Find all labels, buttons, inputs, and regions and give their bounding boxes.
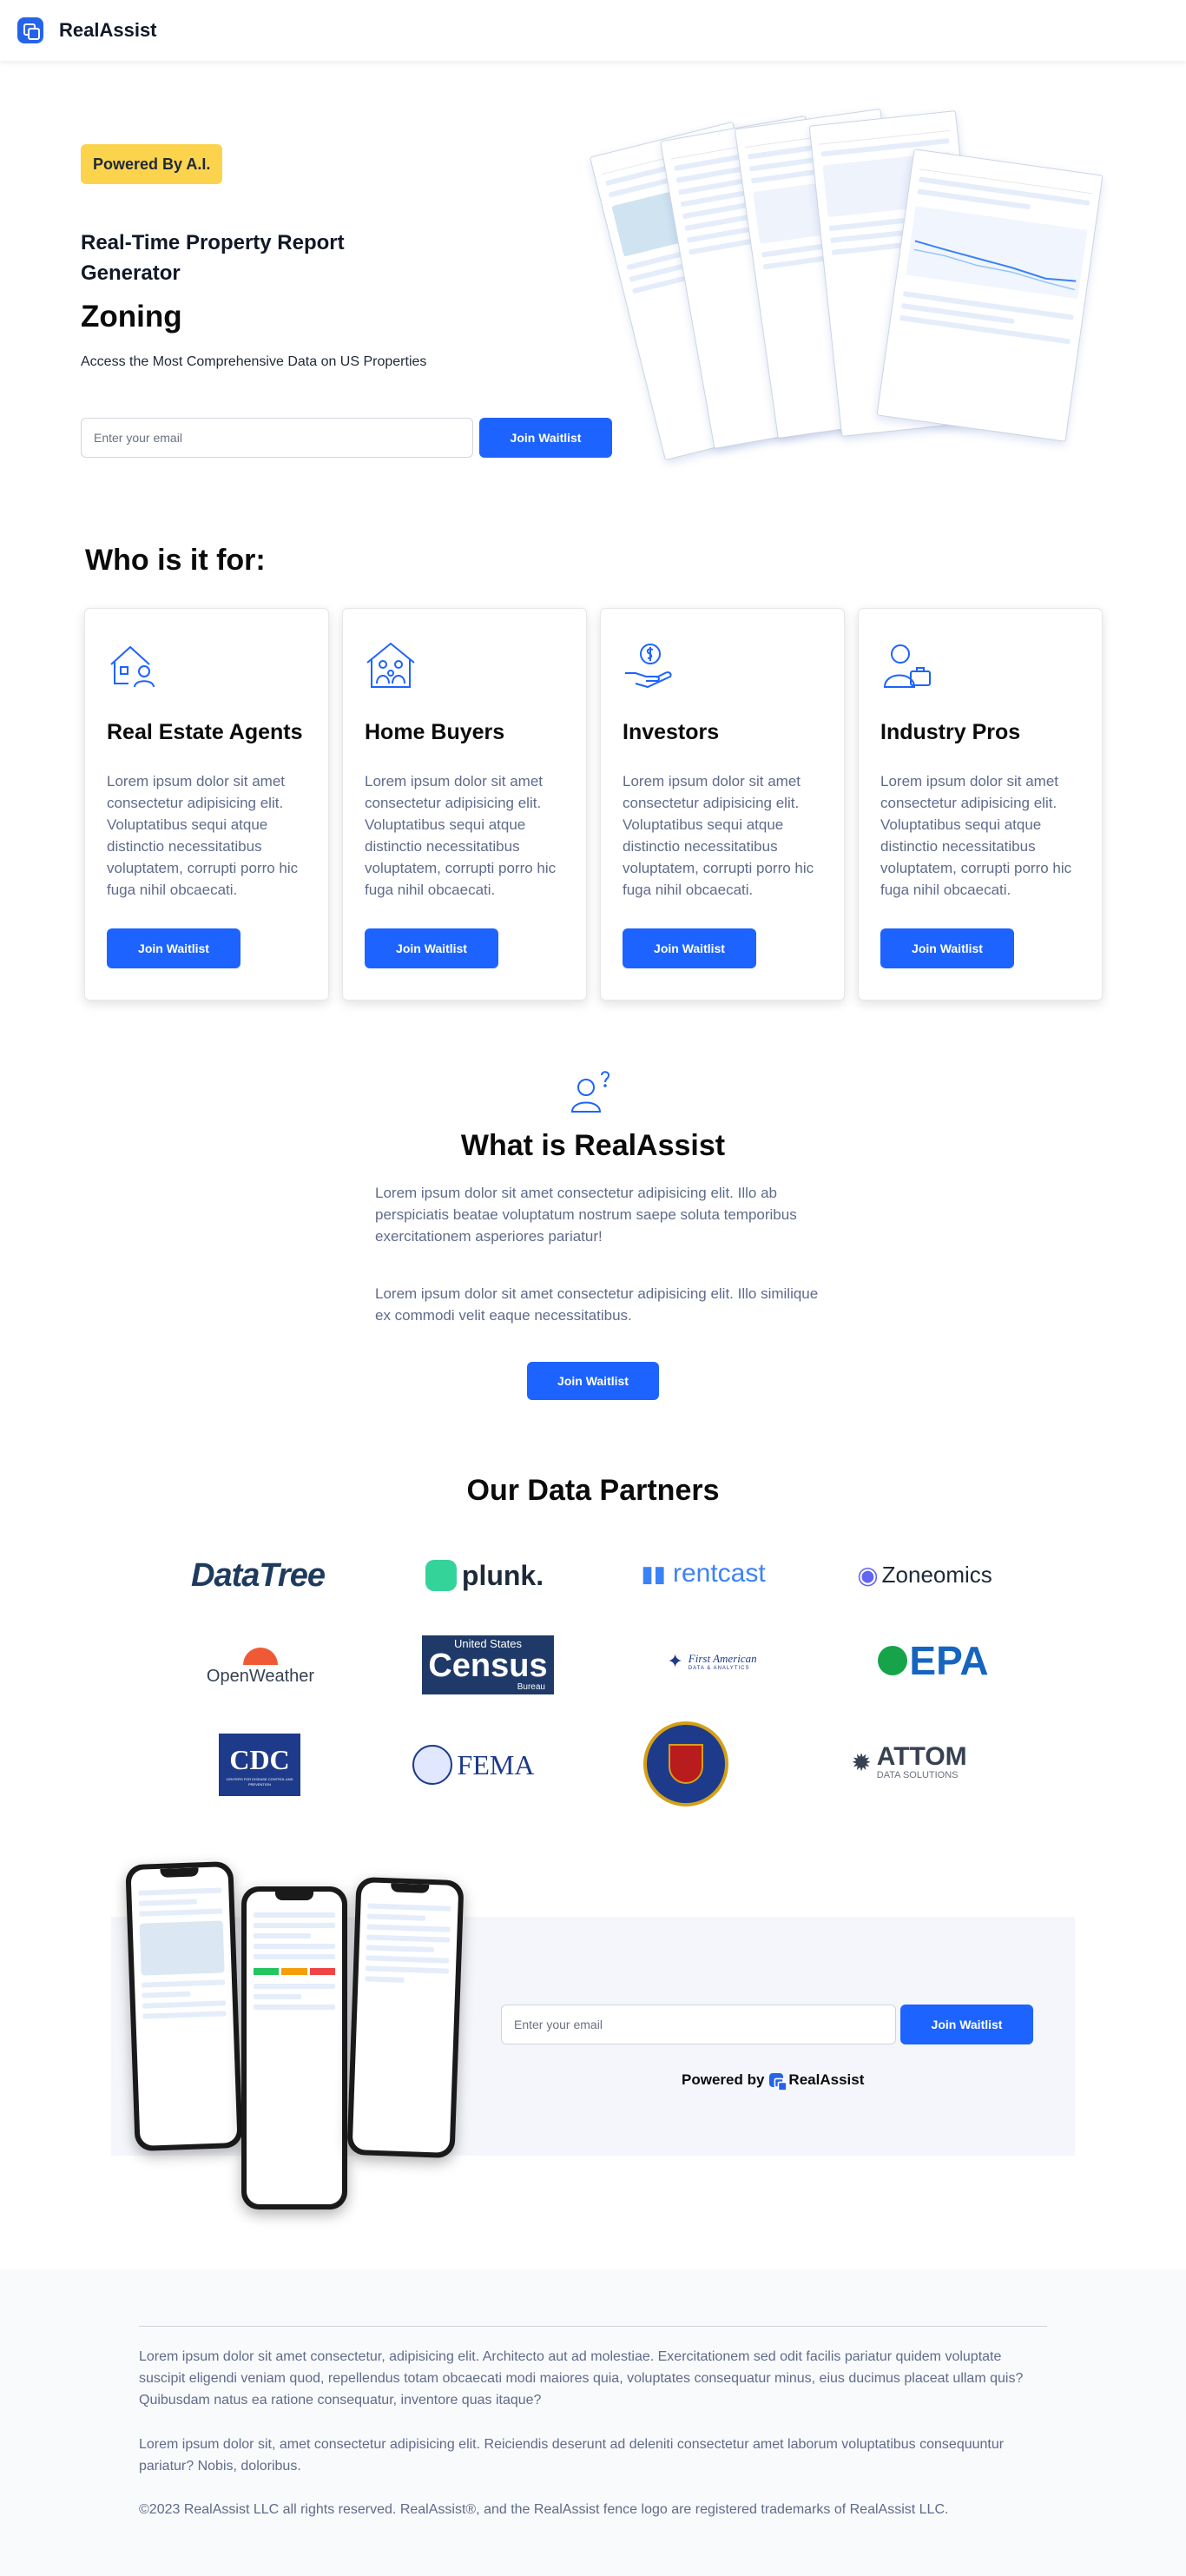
report-preview-illustration <box>589 100 1120 508</box>
audience-card-home-buyers: Home Buyers Lorem ipsum dolor sit amet c… <box>342 608 587 1001</box>
professional-briefcase-icon <box>883 644 931 688</box>
openweather-logo: OpenWeather <box>198 1640 323 1694</box>
industry-pros-join-waitlist-button[interactable]: Join Waitlist <box>880 928 1014 968</box>
census-logo: United States Census Bureau <box>422 1635 554 1694</box>
powered-by-label: Powered by <box>682 2071 765 2088</box>
footer: Lorem ipsum dolor sit amet consectetur, … <box>0 2269 1186 2576</box>
hero-join-waitlist-button[interactable]: Join Waitlist <box>479 418 612 458</box>
first-american-logo: ✦ First American DATA & ANALYTICS <box>667 1650 757 1672</box>
powered-by-realassist: Powered by RealAssist <box>682 2071 865 2091</box>
fbi-seal-logo <box>643 1721 728 1807</box>
what-paragraph-1: Lorem ipsum dolor sit amet consectetur a… <box>375 1185 797 1245</box>
plunk-logo: plunk. <box>424 1553 545 1598</box>
datatree-logo: DataTree <box>191 1556 326 1594</box>
rentcast-bars-icon: ▮▮ <box>641 1560 666 1587</box>
realassist-logo-icon[interactable] <box>17 17 43 43</box>
audience-section-title: Who is it for: <box>85 544 266 577</box>
eagle-icon: ✦ <box>667 1650 683 1672</box>
hero-subtitle: Real-Time Property Report Generator <box>81 231 345 285</box>
investors-join-waitlist-button[interactable]: Join Waitlist <box>623 928 756 968</box>
fbi-shield-icon <box>669 1744 703 1784</box>
hero-title: Zoning <box>81 300 182 334</box>
attom-gear-icon: ✹ <box>851 1748 872 1776</box>
hero-description: Access the Most Comprehensive Data on US… <box>81 354 427 369</box>
phone-mockup <box>346 1876 465 2159</box>
audience-card-investors: Investors Lorem ipsum dolor sit amet con… <box>600 608 845 1001</box>
what-section-title: What is RealAssist <box>460 1129 726 1162</box>
plunk-icon <box>425 1560 457 1591</box>
powered-by-ai-badge: Powered By A.I. <box>81 144 223 184</box>
cta-join-waitlist-button[interactable]: Join Waitlist <box>900 2005 1033 2044</box>
epa-logo: EPA <box>877 1635 990 1686</box>
hero-email-input[interactable] <box>81 418 473 458</box>
attom-logo: ✹ ATTOM DATA SOLUTIONS <box>851 1742 967 1781</box>
audience-card-title: Industry Pros <box>880 720 1021 744</box>
realassist-logo-icon <box>769 2073 788 2091</box>
audience-card-text: Lorem ipsum dolor sit amet consectetur a… <box>623 773 814 898</box>
footer-paragraph-1: Lorem ipsum dolor sit amet consectetur, … <box>139 2349 1024 2408</box>
openweather-sun-icon <box>243 1647 278 1665</box>
what-paragraph-2: Lorem ipsum dolor sit amet consectetur a… <box>375 1285 819 1324</box>
dhs-seal-icon <box>412 1745 452 1785</box>
report-line-chart-illustration <box>906 206 1088 300</box>
audience-card-text: Lorem ipsum dolor sit amet consectetur a… <box>107 773 299 898</box>
audience-card-title: Real Estate Agents <box>107 720 303 744</box>
audience-card-title: Home Buyers <box>365 720 505 744</box>
cta-email-input[interactable] <box>501 2005 896 2044</box>
brand-name[interactable]: RealAssist <box>59 19 157 42</box>
phone-mockup <box>125 1860 243 2152</box>
audience-card-title: Investors <box>623 720 720 744</box>
what-join-waitlist-button[interactable]: Join Waitlist <box>527 1362 659 1400</box>
zoneomics-pin-icon: ◉ <box>857 1561 879 1589</box>
footer-paragraph-2: Lorem ipsum dolor sit, amet consectetur … <box>139 2437 1005 2474</box>
epa-flower-icon <box>878 1646 908 1675</box>
zoneomics-logo: ◉ Zoneomics <box>857 1561 992 1589</box>
report-page <box>876 149 1104 442</box>
footer-copyright: ©2023 RealAssist LLC all rights reserved… <box>139 2502 949 2517</box>
agents-join-waitlist-button[interactable]: Join Waitlist <box>107 928 240 968</box>
partners-section-title: Our Data Partners <box>466 1474 720 1507</box>
hand-dollar-icon <box>625 644 672 689</box>
house-agent-icon <box>110 645 155 688</box>
rentcast-logo: ▮▮ rentcast <box>641 1559 766 1588</box>
person-question-icon <box>570 1071 610 1113</box>
audience-card-text: Lorem ipsum dolor sit amet consectetur a… <box>880 773 1072 898</box>
family-house-icon <box>366 642 415 688</box>
phone-mockup <box>241 1886 347 2209</box>
footer-divider <box>139 2326 1047 2327</box>
cdc-logo: CDC CENTERS FOR DISEASE CONTROL AND PREV… <box>219 1734 300 1796</box>
audience-card-text: Lorem ipsum dolor sit amet consectetur a… <box>365 773 557 898</box>
audience-card-real-estate-agents: Real Estate Agents Lorem ipsum dolor sit… <box>84 608 329 1001</box>
top-navbar: RealAssist <box>0 0 1186 61</box>
audience-card-industry-pros: Industry Pros Lorem ipsum dolor sit amet… <box>858 608 1103 1001</box>
home-buyers-join-waitlist-button[interactable]: Join Waitlist <box>365 928 498 968</box>
powered-by-brand: RealAssist <box>788 2071 865 2088</box>
fema-logo: FEMA <box>406 1741 540 1788</box>
